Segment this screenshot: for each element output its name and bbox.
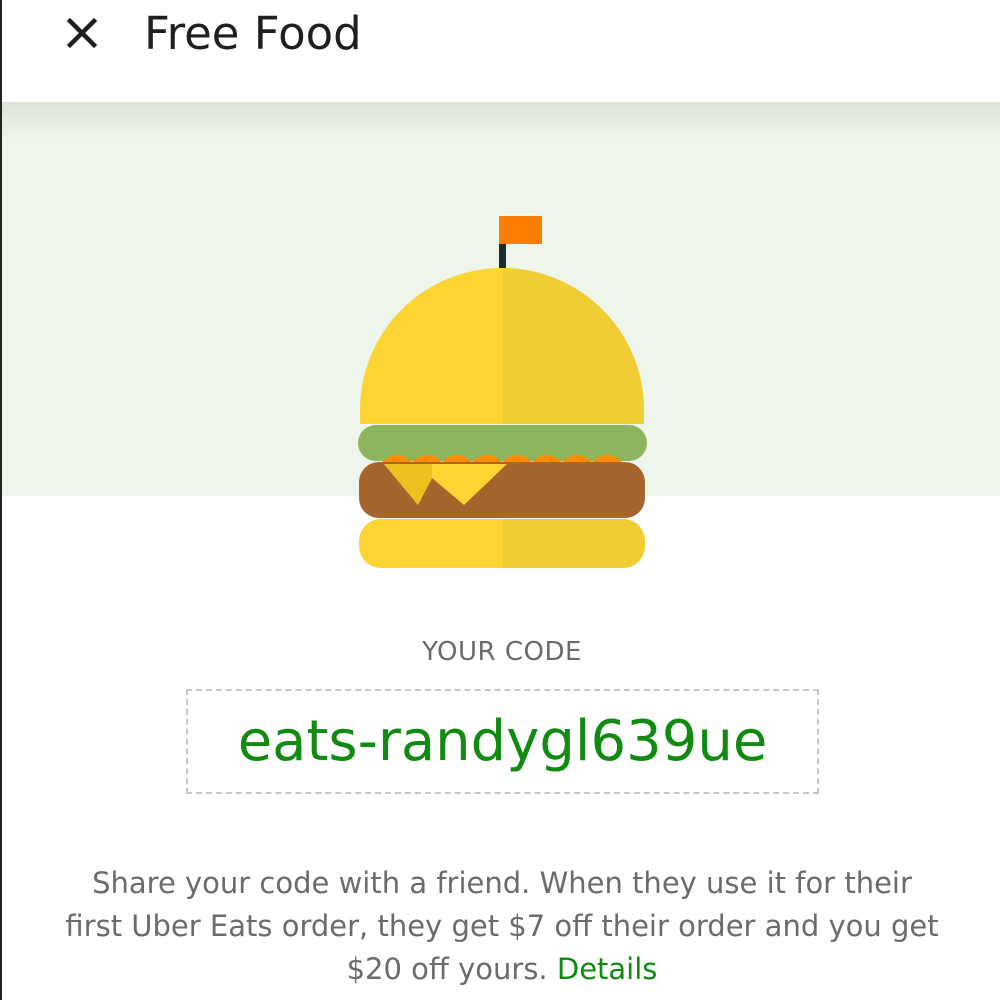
close-button[interactable]: [60, 8, 104, 58]
flag-pole: [499, 240, 506, 272]
referral-code[interactable]: eats-randygl639ue: [238, 707, 768, 777]
page-title: Free Food: [144, 7, 362, 60]
your-code-label: YOUR CODE: [422, 637, 582, 667]
flag-icon: [499, 216, 542, 244]
referral-description: Share your code with a friend. When they…: [62, 862, 942, 991]
hero-top-shadow: [2, 102, 1000, 142]
details-link[interactable]: Details: [557, 952, 658, 986]
top-app-bar: Free Food: [2, 0, 1000, 102]
free-food-screen: Free Food YOUR CODE eats-randygl639ue Sh…: [0, 0, 1000, 1000]
close-icon: [66, 17, 98, 49]
referral-code-box[interactable]: eats-randygl639ue: [186, 689, 819, 794]
referral-description-text: Share your code with a friend. When they…: [65, 866, 939, 986]
top-bun-shade: [503, 268, 644, 424]
bottom-bun-shade: [503, 519, 645, 568]
burger-with-flag-illustration: [358, 216, 647, 568]
